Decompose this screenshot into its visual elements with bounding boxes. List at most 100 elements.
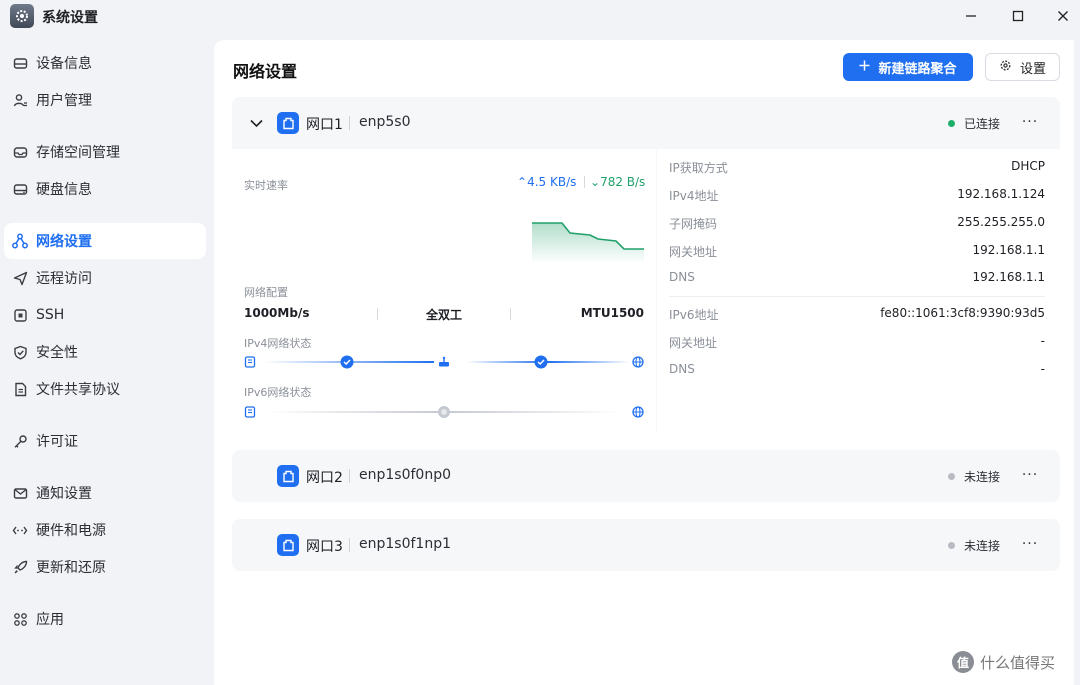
sidebar-item-label: 硬件和电源 bbox=[36, 523, 106, 539]
sidebar-item-ssh[interactable]: SSH bbox=[4, 297, 206, 333]
sidebar-item-security[interactable]: 安全性 bbox=[4, 334, 206, 370]
port-card-header[interactable]: 网口2 enp1s0f0np0 未连接 ··· bbox=[232, 450, 1060, 502]
gear-icon bbox=[999, 59, 1012, 76]
port-details: 实时速率 ⌃4.5 KB/s ⌄782 B/s 网络配置 1000Mb/s 全双… bbox=[232, 149, 1060, 431]
port-info-pane: IP获取方式 DHCP IPv4地址 192.168.1.124 子网掩码 25… bbox=[657, 149, 1060, 431]
port-interface: enp1s0f0np0 bbox=[359, 467, 451, 483]
new-link-aggregation-button[interactable]: 新建链路聚合 bbox=[843, 53, 973, 81]
watermark: 值 什么值得买 bbox=[952, 651, 1055, 673]
network-config-label: 网络配置 bbox=[244, 286, 288, 299]
title-bar: 系统设置 bbox=[0, 0, 1080, 34]
sidebar-item-label: 存储空间管理 bbox=[36, 145, 120, 161]
port-card-2[interactable]: 网口2 enp1s0f0np0 未连接 ··· bbox=[232, 450, 1060, 502]
sidebar-item-hardware-power[interactable]: 硬件和电源 bbox=[4, 512, 206, 548]
key-icon bbox=[12, 433, 28, 449]
watermark-logo-icon: 值 bbox=[952, 651, 974, 673]
status-dot bbox=[947, 473, 955, 480]
sidebar-item-label: SSH bbox=[36, 307, 65, 323]
mail-icon bbox=[12, 485, 28, 501]
divider bbox=[377, 308, 378, 320]
minimize-button[interactable] bbox=[956, 4, 986, 28]
connection-status: 未连接 bbox=[947, 468, 1000, 485]
network-config-row: 1000Mb/s 全双工 MTU1500 bbox=[244, 306, 644, 322]
sidebar-item-label: 许可证 bbox=[36, 434, 78, 450]
port-name: 网口1 bbox=[306, 117, 343, 133]
globe-icon bbox=[632, 406, 644, 418]
upload-speed: ⌃4.5 KB/s bbox=[517, 175, 577, 189]
sidebar-item-label: 用户管理 bbox=[36, 93, 92, 109]
storage-icon bbox=[12, 144, 28, 160]
sidebar-item-storage[interactable]: 存储空间管理 bbox=[4, 134, 206, 170]
check-icon bbox=[340, 355, 354, 369]
more-options-button[interactable]: ··· bbox=[1018, 533, 1042, 555]
user-icon bbox=[12, 92, 28, 108]
ipv4-status-path bbox=[244, 353, 644, 371]
pending-node-icon bbox=[438, 406, 450, 418]
divider bbox=[349, 469, 350, 483]
sidebar-item-label: 安全性 bbox=[36, 345, 78, 361]
port-traffic-pane: 实时速率 ⌃4.5 KB/s ⌄782 B/s 网络配置 1000Mb/s 全双… bbox=[232, 149, 656, 431]
device-icon bbox=[244, 356, 256, 368]
sidebar-item-file-sharing[interactable]: 文件共享协议 bbox=[4, 371, 206, 407]
sidebar-item-disk[interactable]: 硬盘信息 bbox=[4, 171, 206, 207]
port-name: 网口2 bbox=[306, 470, 343, 486]
sidebar-item-license[interactable]: 许可证 bbox=[4, 423, 206, 459]
port-card-header[interactable]: 网口1 enp5s0 已连接 ··· bbox=[232, 97, 1060, 149]
realtime-speed-label: 实时速率 bbox=[244, 179, 288, 192]
status-text: 未连接 bbox=[963, 539, 1000, 553]
check-icon bbox=[534, 355, 548, 369]
file-icon bbox=[12, 381, 28, 397]
sidebar-item-update-restore[interactable]: 更新和还原 bbox=[4, 549, 206, 585]
arrow-down-icon: ⌄ bbox=[590, 175, 601, 189]
sidebar-item-label: 设备信息 bbox=[36, 56, 92, 72]
sidebar-item-remote-access[interactable]: 远程访问 bbox=[4, 260, 206, 296]
rocket-icon bbox=[12, 559, 28, 575]
sidebar-item-label: 应用 bbox=[36, 612, 64, 628]
sidebar-item-label: 更新和还原 bbox=[36, 560, 106, 576]
main-panel: 网络设置 新建链路聚合 设置 网口1 enp5s0 已连接 ··· 实时速率 ⌃… bbox=[214, 40, 1074, 685]
connection-status: 未连接 bbox=[947, 537, 1000, 554]
terminal-icon bbox=[12, 307, 28, 323]
ipv6-status-path bbox=[244, 403, 644, 421]
gear-icon bbox=[10, 4, 34, 28]
chevron-down-icon[interactable] bbox=[246, 113, 266, 133]
status-text: 已连接 bbox=[963, 117, 1000, 131]
port-card-1: 网口1 enp5s0 已连接 ··· 实时速率 ⌃4.5 KB/s ⌄782 B… bbox=[232, 97, 1060, 431]
port-interface: enp1s0f1np1 bbox=[359, 536, 451, 552]
sidebar-item-notifications[interactable]: 通知设置 bbox=[4, 475, 206, 511]
info-row: IP获取方式 DHCP bbox=[669, 159, 1045, 175]
close-button[interactable] bbox=[1048, 4, 1078, 28]
info-row: DNS - bbox=[669, 362, 1045, 376]
disk-icon bbox=[12, 181, 28, 197]
sidebar-item-network[interactable]: 网络设置 bbox=[4, 223, 206, 259]
settings-label: 设置 bbox=[1019, 61, 1046, 77]
divider bbox=[669, 296, 1045, 297]
info-row: IPv4地址 192.168.1.124 bbox=[669, 187, 1045, 203]
more-options-button[interactable]: ··· bbox=[1018, 111, 1042, 133]
traffic-sparkline bbox=[532, 222, 644, 263]
maximize-button[interactable] bbox=[1003, 4, 1033, 28]
duplex-mode: 全双工 bbox=[426, 308, 463, 322]
port-card-3[interactable]: 网口3 enp1s0f1np1 未连接 ··· bbox=[232, 519, 1060, 571]
watermark-text: 什么值得买 bbox=[980, 653, 1056, 672]
status-dot bbox=[947, 542, 955, 549]
info-row: IPv6地址 fe80::1061:3cf8:9390:93d5 bbox=[669, 306, 1045, 322]
sidebar-item-label: 文件共享协议 bbox=[36, 382, 120, 398]
window-title: 系统设置 bbox=[42, 10, 98, 26]
divider bbox=[510, 308, 511, 320]
mtu-value: MTU1500 bbox=[580, 306, 644, 320]
status-text: 未连接 bbox=[963, 470, 1000, 484]
info-row: 网关地址 192.168.1.1 bbox=[669, 243, 1045, 259]
divider bbox=[584, 176, 585, 188]
apps-icon bbox=[12, 611, 28, 627]
download-speed: ⌄782 B/s bbox=[590, 175, 646, 189]
sidebar-item-device-info[interactable]: 设备信息 bbox=[4, 45, 206, 81]
connection-status: 已连接 bbox=[947, 115, 1000, 132]
port-name: 网口3 bbox=[306, 539, 343, 555]
port-card-header[interactable]: 网口3 enp1s0f1np1 未连接 ··· bbox=[232, 519, 1060, 571]
sidebar-item-apps[interactable]: 应用 bbox=[4, 601, 206, 637]
more-options-button[interactable]: ··· bbox=[1018, 464, 1042, 486]
hardware-icon bbox=[12, 522, 28, 538]
sidebar-item-users[interactable]: 用户管理 bbox=[4, 82, 206, 118]
settings-button[interactable]: 设置 bbox=[985, 53, 1060, 81]
